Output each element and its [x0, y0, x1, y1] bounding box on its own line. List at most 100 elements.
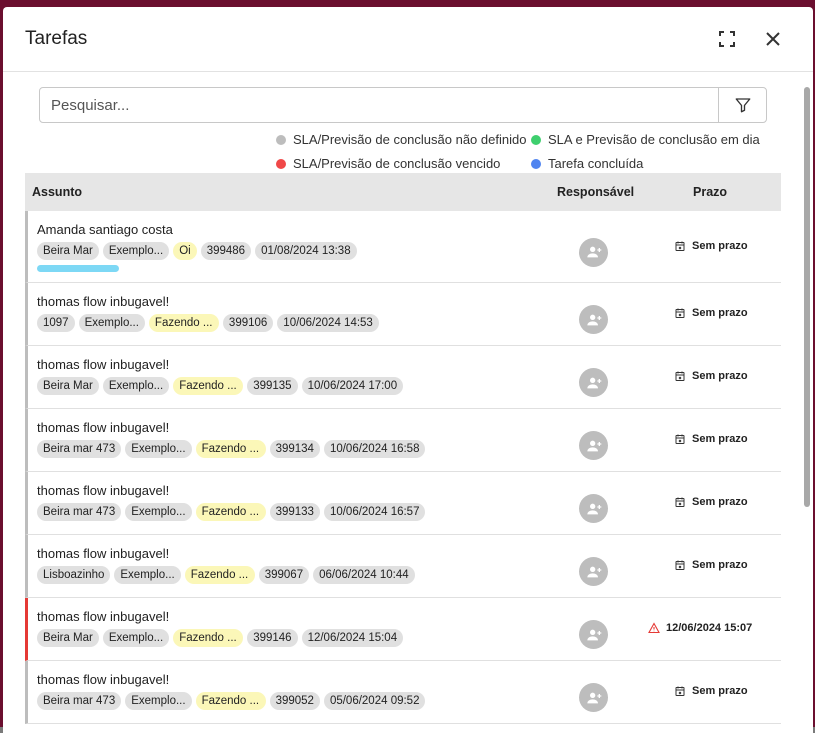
task-chip: 10/06/2024 14:53	[277, 314, 379, 332]
table-row[interactable]: thomas flow inbugavel! 1097 Exemplo... Faze…	[25, 283, 781, 346]
assign-responsible-button[interactable]	[579, 237, 608, 267]
legend-item-undefined: SLA/Previsão de conclusão não definido	[276, 132, 526, 147]
calendar-icon	[675, 497, 685, 507]
status-chip: Fazendo ...	[195, 692, 266, 710]
table-row[interactable]: thomas flow inbugavel! Beira Mar Exemplo..…	[25, 598, 781, 661]
task-chip: 05/06/2024 09:52	[323, 692, 426, 710]
status-chip: Fazendo ...	[195, 503, 266, 521]
calendar-icon	[675, 686, 685, 696]
task-chip: 12/06/2024 15:04	[301, 629, 404, 647]
task-chip: Lisboazinho	[37, 566, 111, 584]
task-chips: 1097 Exemplo... Fazendo ... 399106 10/06/202…	[37, 314, 383, 332]
fullscreen-button[interactable]	[715, 27, 739, 51]
deadline-label: Sem prazo	[692, 559, 748, 571]
task-chips: Lisboazinho Exemplo... Fazendo ... 399067 06…	[37, 566, 419, 584]
deadline: Sem prazo	[674, 370, 748, 382]
task-chip: Beira mar 473	[37, 440, 122, 458]
filter-icon	[735, 98, 750, 113]
dialog-header: Tarefas	[3, 7, 813, 72]
table-row[interactable]: thomas flow inbugavel! Beira mar 473 Exemp…	[25, 661, 781, 724]
scrollbar[interactable]	[801, 73, 813, 733]
task-chips: Beira Mar Exemplo... Oi 399486 01/08/2024 13…	[37, 242, 361, 260]
add-user-icon	[586, 566, 601, 577]
task-title: Amanda santiago costa	[37, 222, 173, 237]
task-chip: 1097	[37, 314, 75, 332]
header-deadline: Prazo	[693, 185, 728, 199]
task-chip: 399486	[200, 242, 252, 260]
legend-dot	[276, 158, 286, 169]
legend-label: Tarefa concluída	[548, 156, 644, 171]
status-chip: Fazendo ...	[173, 629, 244, 647]
task-chip: Exemplo...	[114, 566, 181, 584]
close-icon	[766, 32, 780, 46]
dialog-title: Tarefas	[25, 28, 88, 49]
assign-responsible-button[interactable]	[579, 431, 608, 460]
table-row[interactable]: thomas flow inbugavel! Lisboazinho Exemplo…	[25, 535, 781, 598]
deadline: Sem prazo	[674, 496, 748, 508]
legend-item-overdue: SLA/Previsão de conclusão vencido	[276, 156, 500, 171]
table-row[interactable]: thomas flow inbugavel! Beira Mar Exemplo..…	[25, 346, 781, 409]
legend-label: SLA/Previsão de conclusão vencido	[293, 156, 501, 171]
assign-responsible-button[interactable]	[579, 620, 608, 649]
task-chip: Beira Mar	[37, 377, 99, 395]
filter-button[interactable]	[718, 88, 766, 122]
status-chip: Fazendo ...	[195, 440, 266, 458]
table-row[interactable]: thomas flow inbugavel! Beira mar 473 Exemp…	[25, 472, 781, 535]
status-chip: Fazendo ...	[173, 377, 244, 395]
deadline: 12/06/2024 15:07	[648, 622, 752, 634]
table-row[interactable]: Amanda santiago costa Beira Mar Exemplo...…	[25, 211, 781, 283]
legend-label: SLA e Previsão de conclusão em dia	[548, 132, 760, 147]
calendar-icon	[675, 371, 685, 381]
task-chips: Beira mar 473 Exemplo... Fazendo ... 399134…	[37, 440, 429, 458]
assign-responsible-button[interactable]	[579, 683, 608, 712]
deadline: Sem prazo	[674, 240, 748, 252]
task-chips: Beira Mar Exemplo... Fazendo ... 399135 10/0…	[37, 377, 407, 395]
deadline-label: Sem prazo	[692, 685, 748, 697]
legend-dot	[531, 134, 541, 145]
task-chips: Beira mar 473 Exemplo... Fazendo ... 399052…	[37, 692, 429, 710]
fullscreen-icon	[719, 31, 735, 47]
task-title: thomas flow inbugavel!	[37, 357, 170, 372]
deadline-label: Sem prazo	[692, 240, 748, 252]
table-row[interactable]: thomas flow inbugavel! Beira mar 473 Exemp…	[25, 409, 781, 472]
scroll-thumb[interactable]	[804, 87, 810, 507]
assign-responsible-button[interactable]	[579, 494, 608, 523]
calendar-icon	[675, 560, 685, 570]
task-chip: 10/06/2024 16:58	[323, 440, 426, 458]
deadline-label: Sem prazo	[692, 307, 748, 319]
deadline-label: 12/06/2024 15:07	[666, 622, 753, 634]
task-title: thomas flow inbugavel!	[37, 546, 170, 561]
search-input[interactable]	[40, 88, 718, 122]
assign-responsible-button[interactable]	[579, 368, 608, 397]
add-user-icon	[586, 692, 601, 703]
table-header: Assunto Responsável Prazo	[25, 173, 781, 211]
header-responsible: Responsável	[557, 185, 635, 199]
table-body: Amanda santiago costa Beira Mar Exemplo...…	[25, 211, 781, 724]
legend-dot	[531, 158, 541, 169]
task-chips: Beira Mar Exemplo... Fazendo ... 399146 12/0…	[37, 629, 407, 647]
status-chip: Oi	[173, 242, 197, 260]
task-chip: Exemplo...	[125, 503, 192, 521]
assign-responsible-button[interactable]	[579, 305, 608, 334]
assign-responsible-button[interactable]	[579, 557, 608, 586]
task-title: thomas flow inbugavel!	[37, 420, 170, 435]
deadline-label: Sem prazo	[692, 496, 748, 508]
task-chip: 399133	[269, 503, 320, 521]
task-chip: Beira mar 473	[37, 503, 122, 521]
task-chip: 10/06/2024 17:00	[301, 377, 404, 395]
task-chips: Beira mar 473 Exemplo... Fazendo ... 399133…	[37, 503, 429, 521]
add-user-icon	[586, 503, 601, 514]
search-bar	[39, 87, 767, 123]
add-user-icon	[586, 629, 601, 640]
task-chip: 01/08/2024 13:38	[255, 242, 357, 260]
deadline-label: Sem prazo	[692, 370, 748, 382]
close-button[interactable]	[761, 27, 785, 51]
task-chip: 399134	[269, 440, 320, 458]
calendar-icon	[675, 308, 685, 318]
deadline: Sem prazo	[674, 433, 748, 445]
add-user-icon	[586, 246, 601, 258]
task-chip: Exemplo...	[102, 629, 170, 647]
task-chip: Beira Mar	[37, 629, 99, 647]
legend-item-completed: Tarefa concluída	[531, 156, 643, 171]
calendar-icon	[675, 434, 685, 444]
